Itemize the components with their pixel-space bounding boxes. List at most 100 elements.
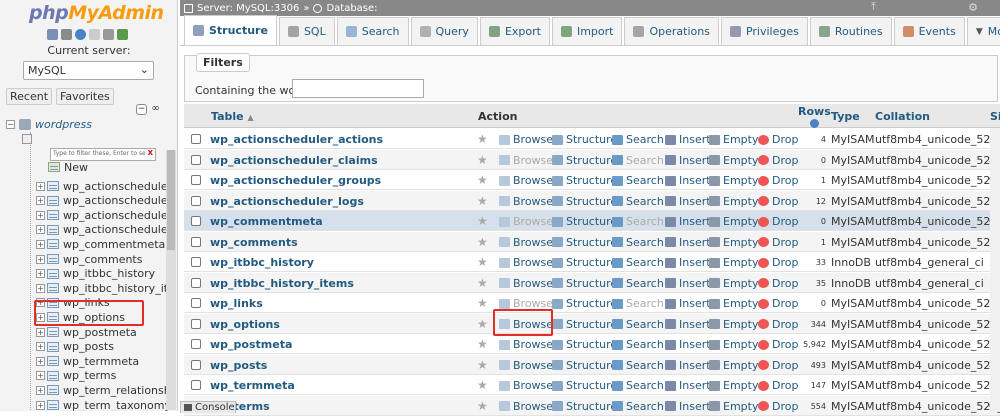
structure-action[interactable]: Structure [552, 154, 617, 167]
search-action[interactable]: Search [612, 318, 664, 331]
row-checkbox[interactable] [191, 216, 201, 226]
row-checkbox[interactable] [191, 277, 201, 288]
empty-action[interactable]: Empty [709, 236, 758, 249]
table-name-link[interactable]: wp_postmeta [210, 338, 292, 351]
header-rows[interactable]: Rows [798, 105, 831, 128]
browse-action[interactable]: Browse [499, 174, 553, 187]
browse-action[interactable]: Browse [499, 256, 553, 269]
table-row[interactable]: wp_itbbc_history ★ Browse Structure Search In… [184, 252, 1000, 272]
help-icon[interactable] [809, 119, 819, 128]
row-checkbox[interactable] [191, 236, 201, 247]
empty-action[interactable]: Empty [709, 338, 758, 351]
insert-action[interactable]: Insert [665, 379, 711, 392]
expand-icon[interactable]: + [36, 210, 45, 220]
structure-action[interactable]: Structure [552, 256, 617, 269]
empty-action[interactable]: Empty [709, 256, 758, 269]
expand-icon[interactable]: + [36, 327, 45, 337]
insert-action[interactable]: Insert [665, 195, 711, 208]
structure-action[interactable]: Structure [552, 195, 617, 208]
empty-action[interactable]: Empty [709, 379, 758, 392]
structure-action[interactable]: Structure [552, 133, 617, 146]
tree-table-item[interactable]: + wp_term_taxonomy [36, 398, 168, 411]
favorite-star-icon[interactable]: ★ [477, 378, 488, 392]
table-row[interactable]: wp_termmeta ★ Browse Structure Search Insert E… [184, 375, 1000, 395]
empty-action[interactable]: Empty [709, 154, 758, 167]
tab-export[interactable]: Export [479, 17, 550, 45]
search-action[interactable]: Search [612, 195, 664, 208]
phpmyadmin-logo[interactable]: phpMyAdmin [29, 2, 164, 24]
table-row[interactable]: wp_actionscheduler_actions ★ Browse Structu… [184, 129, 1000, 149]
header-collation[interactable]: Collation [875, 110, 930, 123]
table-name-link[interactable]: wp_itbbc_history [210, 256, 314, 269]
structure-action[interactable]: Structure [552, 379, 617, 392]
tab-import[interactable]: Import [551, 17, 623, 45]
insert-action[interactable]: Insert [665, 133, 711, 146]
browse-action[interactable]: Browse [499, 379, 553, 392]
tab-more[interactable]: ▼More [966, 17, 1000, 45]
row-checkbox[interactable] [191, 154, 201, 165]
insert-action[interactable]: Insert [665, 359, 711, 372]
structure-action[interactable]: Structure [552, 318, 617, 331]
favorite-star-icon[interactable]: ★ [477, 132, 488, 146]
insert-action[interactable]: Insert [665, 277, 711, 290]
structure-action[interactable]: Structure [552, 236, 617, 249]
structure-action[interactable]: Structure [552, 215, 617, 228]
tree-table-item[interactable]: + wp_term_relationships [36, 383, 168, 397]
empty-action[interactable]: Empty [709, 174, 758, 187]
docs-icon[interactable] [89, 29, 100, 40]
table-row[interactable]: wp_commentmeta ★ Browse Structure Search Inse… [184, 211, 1000, 231]
browse-action[interactable]: Browse [499, 359, 553, 372]
tab-privileges[interactable]: Privileges [720, 17, 808, 45]
favorite-star-icon[interactable]: ★ [477, 358, 488, 372]
favorite-star-icon[interactable]: ★ [477, 173, 488, 187]
expand-icon[interactable]: + [36, 400, 45, 410]
tree-table-item[interactable]: + wp_commentmeta [36, 237, 168, 251]
favorite-star-icon[interactable]: ★ [477, 235, 488, 249]
filter-input[interactable] [292, 79, 424, 98]
search-action[interactable]: Search [612, 379, 664, 392]
table-row[interactable]: wp_terms ★ Browse Structure Search Insert Empt… [184, 395, 1000, 416]
expand-icon[interactable]: + [36, 269, 45, 279]
tree-database-wordpress[interactable]: − wordpress [6, 118, 92, 131]
table-name-link[interactable]: wp_actionscheduler_claims [210, 154, 378, 167]
browse-action[interactable]: Browse [499, 338, 553, 351]
row-checkbox[interactable] [191, 359, 201, 370]
table-name-link[interactable]: wp_links [210, 297, 263, 310]
row-checkbox[interactable] [191, 195, 201, 206]
header-size[interactable]: Si [990, 110, 1000, 123]
search-action[interactable]: Search [612, 154, 664, 167]
tree-collapse-icon[interactable] [22, 134, 32, 144]
table-row[interactable]: wp_actionscheduler_logs ★ Browse Structure S… [184, 190, 1000, 211]
breadcrumb-database[interactable]: Database: [326, 3, 377, 14]
insert-action[interactable]: Insert [665, 297, 711, 310]
server-select[interactable]: MySQL ⌄ [23, 61, 154, 80]
nav-scroll-thumb[interactable] [167, 150, 175, 250]
search-action[interactable]: Search [612, 174, 664, 187]
nav-scrollbar[interactable] [166, 150, 176, 410]
insert-action[interactable]: Insert [665, 215, 711, 228]
browse-action[interactable]: Browse [499, 277, 553, 290]
tree-table-item[interactable]: + wp_itbbc_history [36, 267, 168, 281]
table-row[interactable]: wp_itbbc_history_items ★ Browse Structure Se… [184, 272, 1000, 293]
recent-tab[interactable]: Recent [6, 88, 53, 105]
expand-icon[interactable]: + [36, 342, 45, 352]
search-action[interactable]: Search [612, 338, 664, 351]
tree-table-item[interactable]: + wp_actionscheduler_ac [36, 179, 168, 193]
link-with-main-icon[interactable]: ∞ [150, 104, 161, 115]
table-row[interactable]: wp_comments ★ Browse Structure Search Insert E… [184, 231, 1000, 252]
logout-icon[interactable] [61, 29, 72, 40]
table-row[interactable]: wp_actionscheduler_claims ★ Browse Structur… [184, 149, 1000, 170]
empty-action[interactable]: Empty [709, 277, 758, 290]
search-action[interactable]: Search [612, 236, 664, 249]
insert-action[interactable]: Insert [665, 174, 711, 187]
expand-icon[interactable]: + [36, 254, 45, 264]
table-name-link[interactable]: wp_termmeta [210, 379, 295, 392]
browse-action[interactable]: Browse [499, 133, 553, 146]
tree-table-item[interactable]: + wp_actionscheduler_lo [36, 223, 168, 237]
search-action[interactable]: Search [612, 256, 664, 269]
empty-action[interactable]: Empty [709, 195, 758, 208]
insert-action[interactable]: Insert [665, 236, 711, 249]
search-action[interactable]: Search [612, 297, 664, 310]
structure-action[interactable]: Structure [552, 359, 617, 372]
row-checkbox[interactable] [191, 318, 201, 329]
